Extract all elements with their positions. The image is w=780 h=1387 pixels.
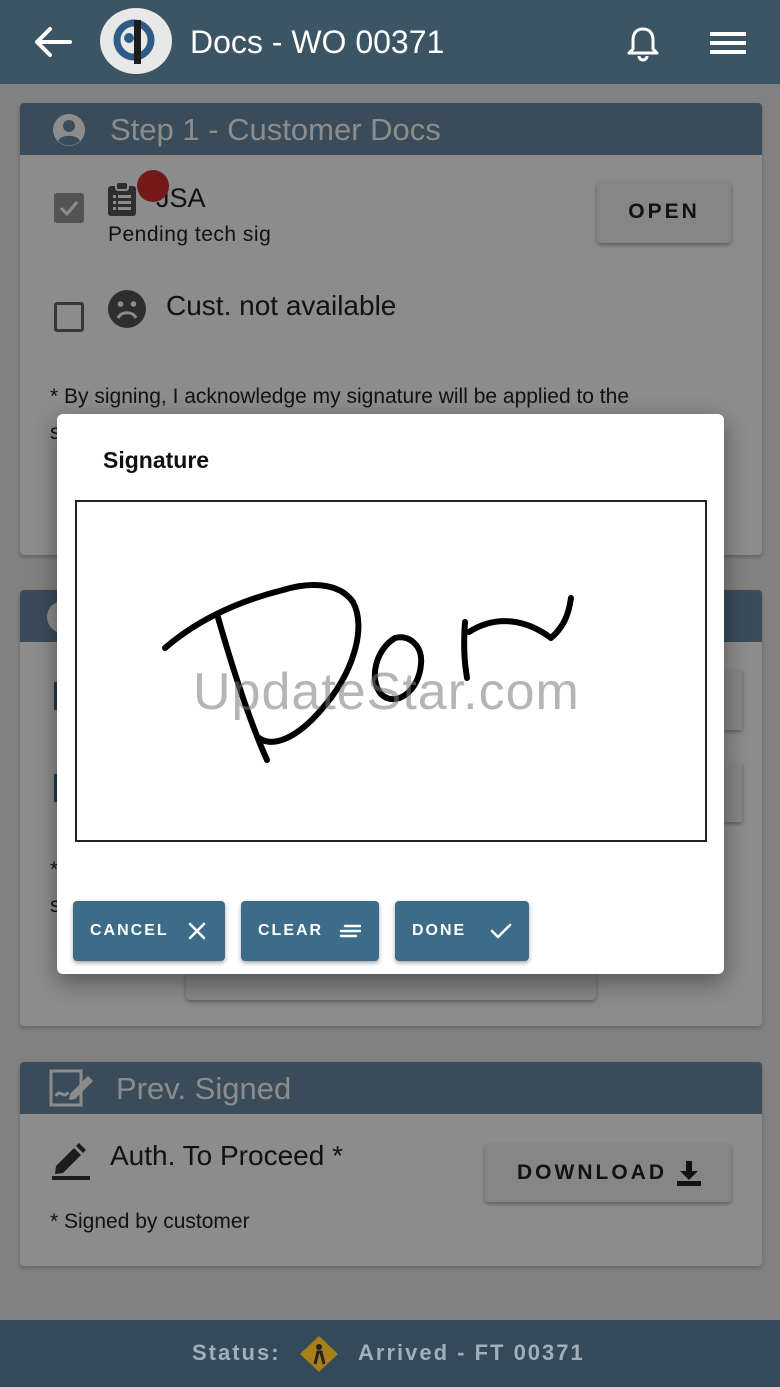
bell-icon[interactable] bbox=[624, 24, 662, 62]
page-title: Docs - WO 00371 bbox=[190, 24, 445, 60]
close-icon bbox=[188, 922, 206, 940]
back-arrow-icon[interactable] bbox=[30, 22, 74, 62]
check-icon bbox=[490, 923, 512, 939]
clear-button[interactable]: CLEAR bbox=[241, 901, 379, 961]
lines-icon bbox=[339, 924, 361, 938]
signature-dialog: Signature UpdateStar.com CANCEL CLEAR DO… bbox=[57, 414, 724, 974]
warning-person-icon bbox=[300, 1336, 338, 1372]
status-label: Status: bbox=[192, 1340, 281, 1365]
watermark-text: UpdateStar.com bbox=[193, 663, 580, 721]
menu-icon[interactable] bbox=[706, 26, 750, 60]
clear-label: CLEAR bbox=[258, 922, 324, 939]
app-bar: Docs - WO 00371 bbox=[0, 0, 780, 84]
dialog-title: Signature bbox=[103, 447, 210, 473]
app-logo bbox=[100, 8, 172, 74]
done-label: DONE bbox=[412, 922, 467, 939]
signature-pad[interactable]: UpdateStar.com bbox=[75, 500, 707, 842]
cancel-button[interactable]: CANCEL bbox=[73, 901, 225, 961]
done-button[interactable]: DONE bbox=[395, 901, 529, 961]
status-value: Arrived - FT 00371 bbox=[358, 1340, 585, 1365]
status-bar: Status: Arrived - FT 00371 bbox=[0, 1320, 780, 1387]
cancel-label: CANCEL bbox=[90, 922, 169, 939]
